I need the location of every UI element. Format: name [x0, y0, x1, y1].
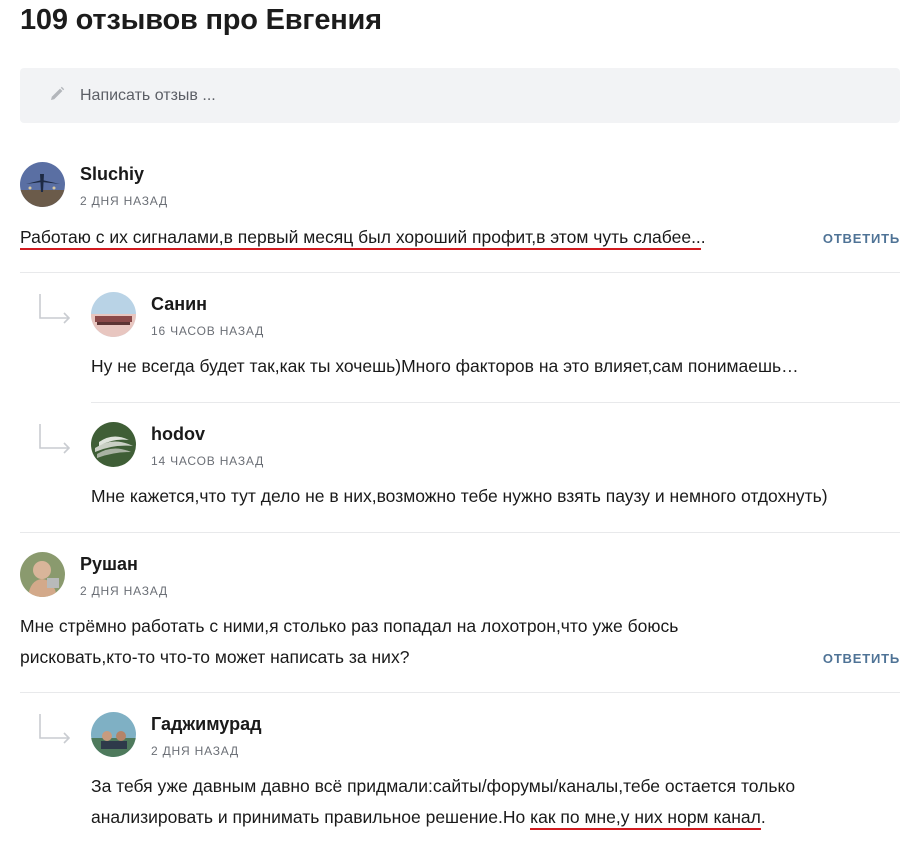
- reply-arrow-icon: [39, 424, 71, 454]
- reply-button[interactable]: ОТВЕТИТЬ: [823, 231, 900, 246]
- comment-author[interactable]: Sluchiy: [80, 164, 144, 185]
- comment-author[interactable]: Рушан: [80, 554, 138, 575]
- comment-text: Работаю с их сигналами,в первый месяц бы…: [20, 222, 706, 253]
- pencil-icon: [51, 86, 65, 100]
- comment-text-end: .: [700, 227, 706, 247]
- comment-time: 2 ДНЯ НАЗАД: [80, 194, 168, 208]
- comment-text-line: рисковать,кто-то что-то может написать з…: [20, 647, 410, 667]
- comment-text-line: Мне стрёмно работать с ними,я столько ра…: [20, 616, 679, 636]
- reply-author[interactable]: Санин: [151, 294, 207, 315]
- divider: [20, 692, 900, 693]
- write-review-input[interactable]: Написать отзыв ...: [20, 68, 900, 123]
- comment-text: Мне стрёмно работать с ними,я столько ра…: [20, 611, 678, 673]
- reply-arrow-icon: [39, 294, 71, 324]
- page-title: 109 отзывов про Евгения: [20, 4, 382, 36]
- avatar[interactable]: [20, 552, 65, 597]
- reply-time: 2 ДНЯ НАЗАД: [151, 744, 239, 758]
- reply-time: 14 ЧАСОВ НАЗАД: [151, 454, 265, 468]
- reply-text-end: .: [760, 807, 766, 827]
- reply-text-plain: анализировать и принимать правильное реш…: [91, 807, 531, 827]
- avatar[interactable]: [91, 422, 136, 467]
- reply-text: Ну не всегда будет так,как ты хочешь)Мно…: [91, 356, 799, 376]
- write-review-placeholder: Написать отзыв ...: [80, 87, 216, 104]
- divider: [20, 532, 900, 533]
- reply-text-line: За тебя уже давным давно всё придмали:са…: [91, 776, 796, 796]
- avatar[interactable]: [20, 162, 65, 207]
- divider: [20, 272, 900, 273]
- reply-arrow-icon: [39, 714, 71, 744]
- reply-text-line: анализировать и принимать правильное реш…: [91, 802, 795, 833]
- reply-text: За тебя уже давным давно всё придмали:са…: [91, 771, 795, 833]
- reply-text: Мне кажется,что тут дело не в них,возмож…: [91, 486, 828, 506]
- highlighted-text: Работаю с их сигналами,в первый месяц бы…: [20, 227, 701, 250]
- reply-author[interactable]: Гаджимурад: [151, 714, 262, 735]
- reply-time: 16 ЧАСОВ НАЗАД: [151, 324, 265, 338]
- comment-time: 2 ДНЯ НАЗАД: [80, 584, 168, 598]
- avatar[interactable]: [91, 712, 136, 757]
- highlighted-text: как по мне,у них норм канал: [530, 807, 761, 830]
- divider: [91, 402, 900, 403]
- reply-author[interactable]: hodov: [151, 424, 205, 445]
- reply-button[interactable]: ОТВЕТИТЬ: [823, 651, 900, 666]
- avatar[interactable]: [91, 292, 136, 337]
